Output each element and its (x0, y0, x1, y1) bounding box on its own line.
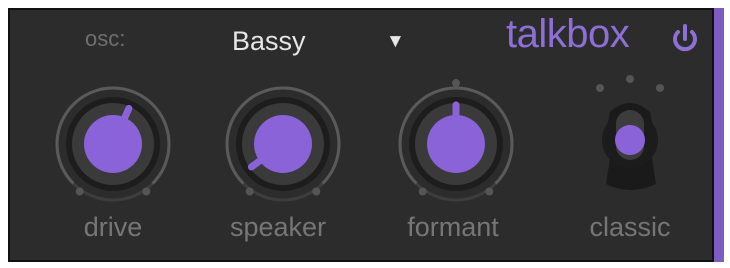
accent-strip (714, 8, 724, 262)
power-icon[interactable] (668, 22, 702, 56)
plugin-frame: osc: Bassy ▼ talkbox drive speaker forma… (0, 0, 730, 268)
oscillator-preset-dropdown[interactable]: Bassy (232, 26, 306, 57)
speaker-knob[interactable] (213, 74, 353, 214)
formant-knob[interactable] (386, 74, 526, 214)
classic-label: classic (589, 212, 671, 242)
classic-switch[interactable] (580, 72, 680, 202)
formant-label: formant (407, 212, 499, 242)
plugin-title: talkbox (506, 12, 630, 56)
speaker-knob-graphic[interactable] (213, 74, 353, 214)
drive-knob-graphic[interactable] (43, 74, 183, 214)
speaker-label: speaker (229, 212, 327, 242)
drive-knob[interactable] (43, 74, 183, 214)
osc-label: osc: (85, 26, 126, 51)
drive-label: drive (83, 212, 143, 242)
formant-knob-graphic[interactable] (386, 74, 526, 214)
dropdown-arrow-icon[interactable]: ▼ (386, 31, 405, 53)
